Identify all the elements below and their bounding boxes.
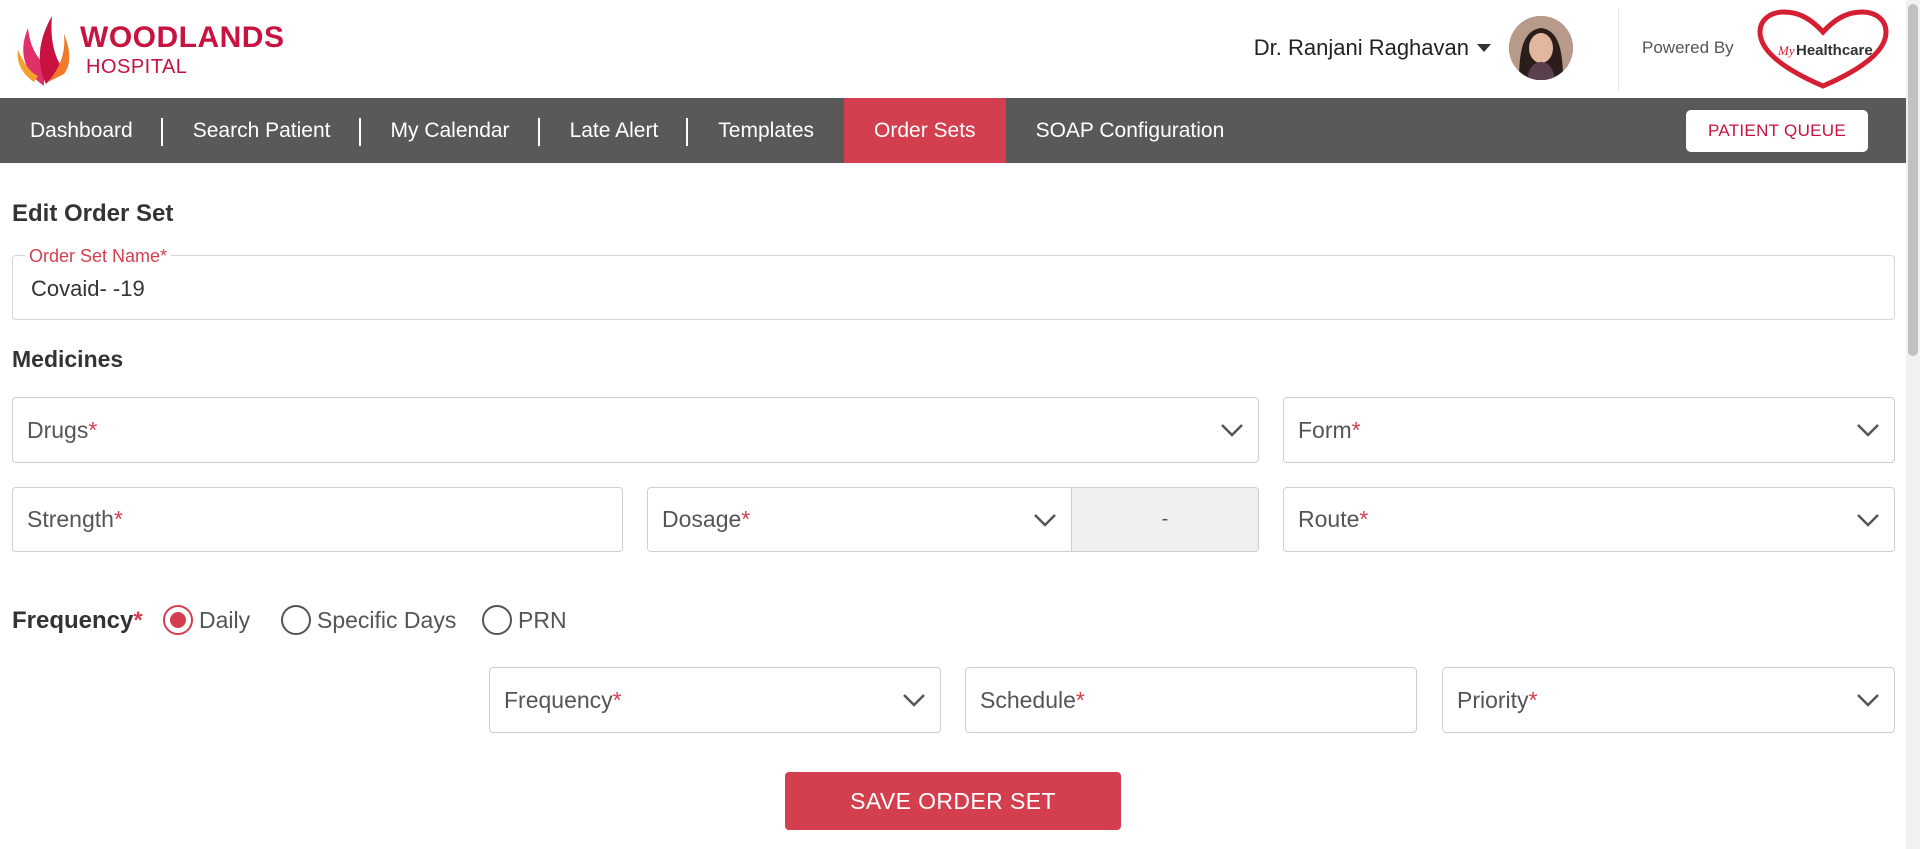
chevron-down-icon — [1034, 513, 1056, 527]
page-scrollbar[interactable] — [1906, 0, 1920, 849]
strength-label: Strength — [27, 506, 114, 532]
logo-healthcare-text: Healthcare — [1796, 42, 1873, 59]
nav-soap-configuration[interactable]: SOAP Configuration — [1006, 98, 1255, 163]
form-label: Form — [1298, 416, 1352, 443]
radio-prn[interactable]: PRN — [482, 605, 567, 635]
woodlands-flame-icon — [17, 16, 70, 86]
dosage-unit-display: - — [1071, 487, 1259, 552]
app-header: WOODLANDS HOSPITAL Dr. Ranjani Raghavan … — [0, 0, 1906, 98]
order-set-name-field[interactable]: Order Set Name* Covaid- -19 — [12, 246, 1895, 320]
avatar[interactable] — [1509, 16, 1573, 80]
required-mark: * — [741, 506, 751, 532]
main-nav: Dashboard Search Patient My Calendar Lat… — [0, 98, 1906, 163]
radio-dot — [170, 612, 186, 628]
user-avatar-icon — [1509, 16, 1573, 80]
required-mark: * — [1351, 416, 1361, 443]
myhealthcare-logo[interactable]: My Healthcare — [1756, 8, 1890, 90]
hospital-logo[interactable]: WOODLANDS HOSPITAL — [14, 12, 314, 88]
schedule-label: Schedule — [980, 686, 1076, 713]
chevron-down-icon — [1857, 424, 1879, 437]
frequency-radio-label: Frequency* — [12, 607, 143, 635]
nav-label: Templates — [718, 118, 815, 142]
nav-label: Order Sets — [874, 118, 976, 142]
order-set-name-label: Order Set Name* — [25, 246, 172, 267]
frequency-select-label: Frequency — [504, 686, 613, 713]
nav-order-sets[interactable]: Order Sets — [844, 98, 1006, 163]
radio-specific-days-label[interactable]: Specific Days — [317, 607, 456, 634]
route-select[interactable]: Route * — [1283, 487, 1895, 552]
frequency-label-text: Frequency — [12, 607, 134, 634]
priority-select[interactable]: Priority * — [1442, 667, 1895, 733]
chevron-down-icon — [1221, 424, 1243, 437]
nav-templates[interactable]: Templates — [688, 98, 844, 163]
nav-label: My Calendar — [390, 118, 510, 142]
heart-logo-icon: My Healthcare — [1757, 9, 1889, 89]
header-divider — [1618, 8, 1619, 90]
user-menu[interactable]: Dr. Ranjani Raghavan — [1254, 16, 1573, 80]
radio-prn-label[interactable]: PRN — [518, 607, 567, 634]
nav-label: Dashboard — [30, 118, 133, 142]
required-mark: * — [1075, 686, 1085, 713]
required-mark: * — [88, 416, 98, 443]
patient-queue-button[interactable]: PATIENT QUEUE — [1686, 110, 1868, 152]
schedule-input[interactable]: Schedule * — [965, 667, 1417, 733]
required-mark: * — [113, 506, 123, 532]
drugs-label: Drugs — [27, 416, 89, 443]
nav-dashboard[interactable]: Dashboard — [0, 98, 163, 163]
nav-label: SOAP Configuration — [1035, 118, 1225, 142]
nav-late-alert[interactable]: Late Alert — [540, 98, 689, 163]
scrollbar-thumb[interactable] — [1908, 4, 1918, 356]
radio-button[interactable] — [482, 605, 512, 635]
medicines-section-title: Medicines — [12, 346, 124, 372]
radio-daily-label[interactable]: Daily — [199, 607, 250, 634]
page-title: Edit Order Set — [12, 200, 174, 227]
brand-name-line1: WOODLANDS — [80, 21, 285, 54]
dosage-select[interactable]: Dosage * — [647, 487, 1072, 552]
nav-search-patient[interactable]: Search Patient — [163, 98, 361, 163]
radio-daily[interactable]: Daily — [163, 605, 250, 635]
radio-button[interactable] — [281, 605, 311, 635]
caret-down-icon[interactable] — [1477, 44, 1491, 52]
brand-name-line2: HOSPITAL — [86, 56, 188, 78]
logo-my-text: My — [1777, 43, 1795, 58]
required-mark: * — [612, 686, 622, 713]
drugs-select[interactable]: Drugs * — [12, 397, 1259, 463]
chevron-down-icon — [1857, 694, 1879, 707]
required-mark: * — [133, 607, 143, 634]
user-name[interactable]: Dr. Ranjani Raghavan — [1254, 35, 1469, 61]
powered-by-label: Powered By — [1642, 38, 1734, 57]
chevron-down-icon — [903, 694, 925, 707]
chevron-down-icon — [1857, 513, 1879, 527]
frequency-select[interactable]: Frequency * — [489, 667, 941, 733]
priority-label: Priority — [1457, 686, 1529, 713]
required-mark: * — [1359, 506, 1369, 532]
required-mark: * — [1528, 686, 1538, 713]
nav-label: Search Patient — [192, 118, 331, 142]
save-order-set-button[interactable]: SAVE ORDER SET — [785, 772, 1121, 830]
nav-label: Late Alert — [569, 118, 659, 142]
nav-my-calendar[interactable]: My Calendar — [361, 98, 540, 163]
radio-button-checked[interactable] — [163, 605, 193, 635]
route-label: Route — [1298, 506, 1360, 532]
radio-specific-days[interactable]: Specific Days — [281, 605, 456, 635]
strength-input[interactable]: Strength * — [12, 487, 623, 552]
form-select[interactable]: Form * — [1283, 397, 1895, 463]
dosage-label: Dosage — [662, 506, 742, 532]
order-set-name-value[interactable]: Covaid- -19 — [31, 276, 145, 302]
